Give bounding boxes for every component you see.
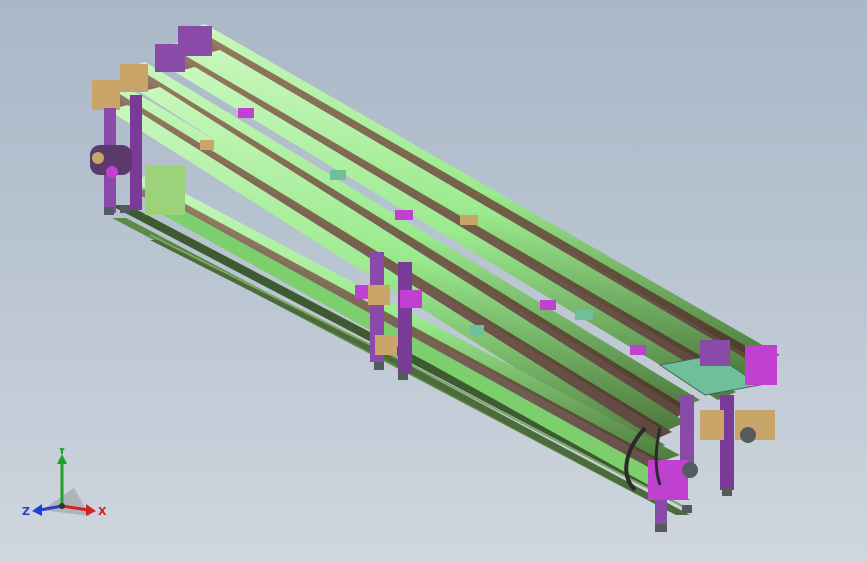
conveyor-model[interactable] (0, 0, 867, 562)
triad-plane (42, 488, 90, 516)
x-axis-label: X (98, 505, 107, 518)
y-axis-label: Y (57, 448, 67, 457)
cad-viewport[interactable]: Y X Z (0, 0, 867, 562)
z-axis-label: Z (22, 505, 30, 518)
axis-triad[interactable]: Y X Z (22, 444, 112, 528)
